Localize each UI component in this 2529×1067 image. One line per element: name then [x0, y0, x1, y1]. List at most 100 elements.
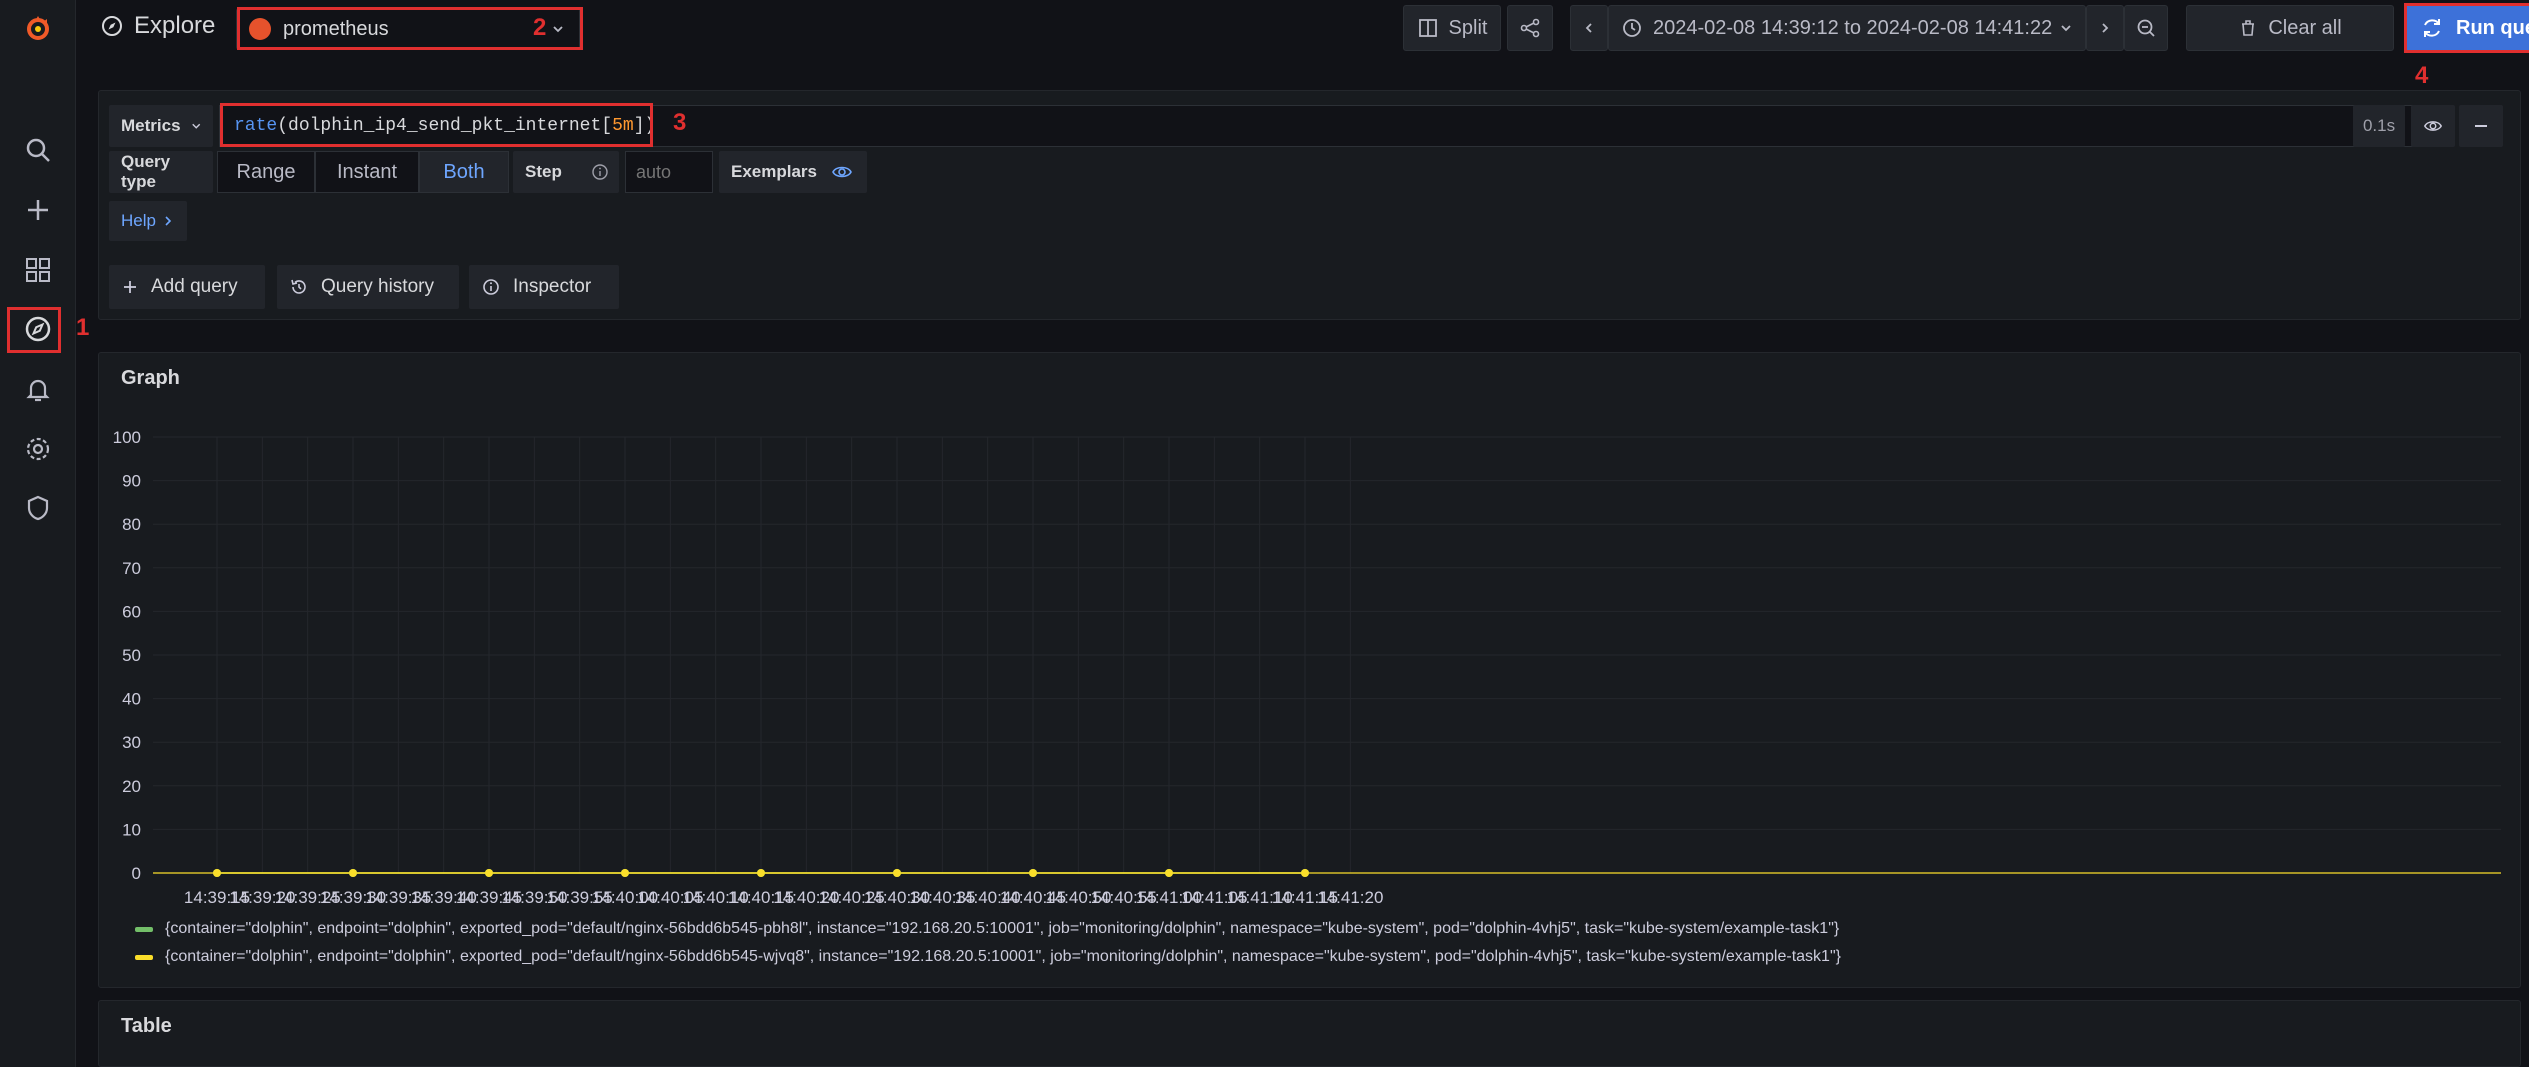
- chevron-left-icon: [1585, 23, 1592, 33]
- annotation-label-1: 1: [76, 314, 90, 341]
- plus-icon[interactable]: [16, 188, 60, 232]
- data-point-s2: [621, 869, 629, 877]
- bell-icon[interactable]: [16, 367, 60, 411]
- metrics-mode-dropdown[interactable]: Metrics: [109, 105, 213, 147]
- toggle-visibility-button[interactable]: [2411, 105, 2455, 147]
- data-point-s2: [893, 869, 901, 877]
- graph-panel: Graph 0 10 20 30 40 50 60 70 80 90 100 14:39:15 14:3…: [98, 352, 2521, 988]
- data-point-s2: [757, 869, 765, 877]
- x-tick-label: 14:41:20: [1317, 888, 1383, 907]
- search-icon[interactable]: [16, 128, 60, 172]
- y-tick-label: 90: [122, 472, 141, 491]
- clock-icon: [1623, 19, 1641, 37]
- y-tick-label: 60: [122, 602, 141, 621]
- info-icon: [483, 279, 499, 295]
- time-forward-button[interactable]: [2086, 5, 2124, 51]
- y-tick-label: 80: [122, 515, 141, 534]
- annotation-box-2: [237, 7, 583, 50]
- top-bar: Explore prometheus 2 Split 2024-02-08 14…: [76, 0, 2529, 89]
- annotation-label-4: 4: [2415, 62, 2429, 89]
- query-type-instant[interactable]: Instant: [315, 151, 419, 193]
- remove-query-button[interactable]: [2459, 105, 2503, 147]
- y-tick-label: 40: [122, 690, 141, 709]
- help-label: Help: [121, 211, 156, 230]
- info-icon: [592, 164, 608, 180]
- step-label-chip: Step: [513, 151, 619, 193]
- share-icon: [1520, 18, 1540, 38]
- annotation-box-1: [7, 307, 61, 353]
- legend-label-1: {container="dolphin", endpoint="dolphin"…: [165, 920, 1840, 937]
- legend-item-1[interactable]: {container="dolphin", endpoint="dolphin"…: [135, 920, 1839, 938]
- data-point-s2: [485, 869, 493, 877]
- query-type-range[interactable]: Range: [217, 151, 315, 193]
- split-icon: [1418, 19, 1437, 37]
- table-panel: Table: [98, 1000, 2521, 1067]
- clear-all-label: Clear all: [2268, 16, 2342, 39]
- y-tick-label: 100: [113, 428, 141, 447]
- query-history-label: Query history: [321, 276, 434, 297]
- help-toggle[interactable]: Help: [109, 201, 187, 241]
- add-query-button[interactable]: Add query: [109, 265, 265, 309]
- explore-title-icon: [102, 16, 122, 36]
- split-label: Split: [1448, 16, 1488, 39]
- legend-swatch-1: [135, 926, 153, 932]
- time-range-label: 2024-02-08 14:39:12 to 2024-02-08 14:41:…: [1653, 16, 2053, 39]
- zoom-out-button[interactable]: [2124, 5, 2168, 51]
- split-button[interactable]: Split: [1403, 5, 1501, 51]
- history-icon: [291, 279, 306, 294]
- data-point-s2: [349, 869, 357, 877]
- exemplars-label: Exemplars: [731, 162, 817, 181]
- plus-icon: [124, 281, 136, 293]
- zoom-out-icon: [2137, 19, 2155, 37]
- page-title: Explore: [100, 12, 215, 40]
- add-query-label: Add query: [151, 276, 238, 297]
- minus-icon: [2475, 125, 2487, 127]
- data-point-s2: [1301, 869, 1309, 877]
- query-type-label: Query type: [109, 151, 213, 193]
- dashboards-icon[interactable]: [16, 248, 60, 292]
- shield-icon[interactable]: [16, 486, 60, 530]
- y-tick-label: 50: [122, 646, 141, 665]
- chevron-right-icon: [165, 216, 172, 226]
- time-series-chart[interactable]: 010203040506070809010014:39:1514:39:2014…: [99, 353, 2522, 989]
- step-label: Step: [525, 162, 562, 181]
- chevron-down-icon: [2061, 25, 2071, 32]
- exemplars-toggle[interactable]: Exemplars: [719, 151, 867, 193]
- annotation-label-2: 2: [533, 14, 547, 41]
- data-point-s2: [1165, 869, 1173, 877]
- annotation-box-3: [220, 103, 653, 147]
- eye-icon: [832, 166, 852, 178]
- data-point-s2: [213, 869, 221, 877]
- step-input[interactable]: [625, 151, 713, 193]
- y-tick-label: 20: [122, 777, 141, 796]
- query-history-button[interactable]: Query history: [277, 265, 459, 309]
- y-tick-label: 0: [132, 864, 141, 883]
- gear-icon[interactable]: [16, 427, 60, 471]
- legend-label-2: {container="dolphin", endpoint="dolphin"…: [165, 948, 1841, 965]
- page-title-text: Explore: [134, 12, 216, 39]
- inspector-label: Inspector: [513, 276, 592, 297]
- share-button[interactable]: [1507, 5, 1553, 51]
- sidebar: [0, 0, 76, 1067]
- time-back-button[interactable]: [1570, 5, 1608, 51]
- query-time-badge: 0.1s: [2353, 105, 2405, 147]
- trash-icon: [2242, 20, 2255, 36]
- metrics-mode-label: Metrics: [121, 116, 181, 135]
- query-editor: Metrics rate(dolphin_ip4_send_pkt_intern…: [98, 90, 2521, 320]
- y-tick-label: 10: [122, 820, 141, 839]
- chevron-down-icon: [191, 123, 200, 129]
- clear-all-button[interactable]: Clear all: [2186, 5, 2394, 51]
- legend-swatch-2: [135, 954, 153, 960]
- data-point-s2: [1029, 869, 1037, 877]
- legend-item-2[interactable]: {container="dolphin", endpoint="dolphin"…: [135, 948, 1841, 966]
- chevron-right-icon: [2102, 23, 2109, 33]
- grafana-logo-icon[interactable]: [16, 6, 60, 50]
- query-type-both[interactable]: Both: [419, 151, 509, 193]
- table-panel-title: Table: [121, 1015, 172, 1037]
- annotation-box-4: [2404, 3, 2529, 53]
- eye-icon: [2424, 121, 2442, 131]
- time-range-picker[interactable]: 2024-02-08 14:39:12 to 2024-02-08 14:41:…: [1608, 5, 2086, 51]
- y-tick-label: 70: [122, 559, 141, 578]
- inspector-button[interactable]: Inspector: [469, 265, 619, 309]
- y-tick-label: 30: [122, 733, 141, 752]
